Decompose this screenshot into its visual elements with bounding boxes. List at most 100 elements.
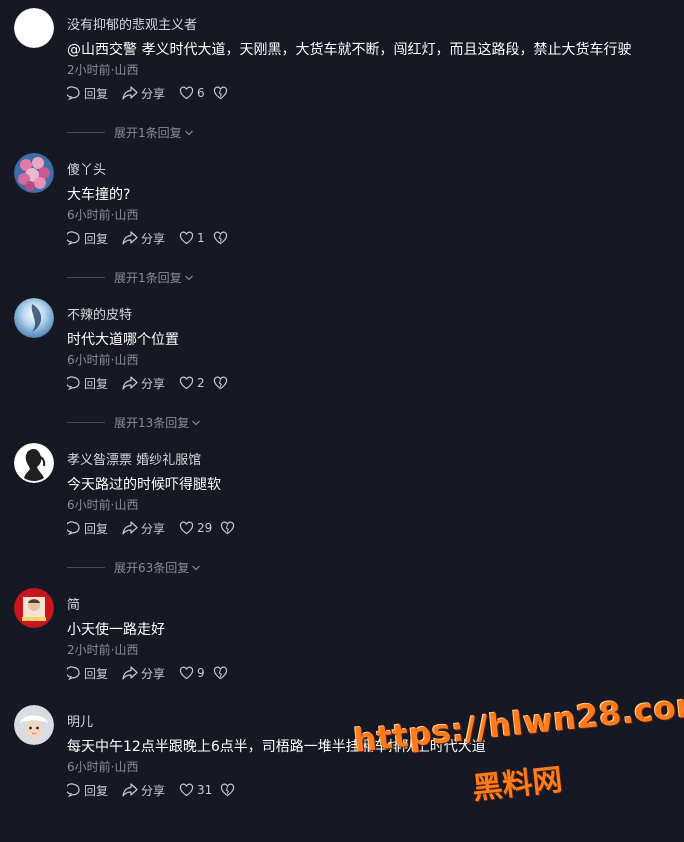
share-label: 分享 xyxy=(141,666,166,681)
comment-meta: 6小时前·山西 xyxy=(67,353,139,367)
share-icon xyxy=(122,783,138,797)
broken-heart-icon xyxy=(213,666,227,680)
chevron-down-icon xyxy=(192,565,201,570)
dislike-button[interactable] xyxy=(220,783,238,797)
avatar[interactable] xyxy=(14,298,54,338)
broken-heart-icon xyxy=(213,376,227,390)
share-button[interactable]: 分享 xyxy=(122,665,165,682)
comment-meta: 2小时前·山西 xyxy=(67,63,139,77)
comment-item: 明儿 每天中午12点半跟晚上6点半，司梧路一堆半挂厢车排队上时代大道 6小时前·… xyxy=(0,697,684,842)
reply-icon xyxy=(67,521,80,535)
comment-item: 没有抑郁的悲观主义者 @山西交警 孝义时代大道，天刚黑，大货车就不断，闯红灯，而… xyxy=(0,0,684,145)
like-count: 29 xyxy=(197,521,213,535)
avatar[interactable] xyxy=(14,588,54,628)
reply-button[interactable]: 回复 xyxy=(67,782,108,799)
broken-heart-icon xyxy=(221,783,235,797)
like-button[interactable]: 6 xyxy=(179,86,205,100)
share-label: 分享 xyxy=(141,376,166,391)
like-button[interactable]: 31 xyxy=(179,783,212,797)
comment-username[interactable]: 傻丫头 xyxy=(67,159,106,178)
comment-meta: 6小时前·山西 xyxy=(67,208,139,222)
like-count: 1 xyxy=(197,231,205,245)
divider-line xyxy=(67,422,105,423)
comment-actions: 回复 分享 31 xyxy=(67,781,252,799)
expand-replies-label: 展开1条回复 xyxy=(114,126,182,140)
dislike-button[interactable] xyxy=(213,666,231,680)
dislike-button[interactable] xyxy=(213,376,231,390)
comment-text: 大车撞的? xyxy=(67,187,131,203)
reply-button[interactable]: 回复 xyxy=(67,230,108,247)
like-button[interactable]: 29 xyxy=(179,521,212,535)
dislike-button[interactable] xyxy=(213,86,231,100)
like-button[interactable]: 9 xyxy=(179,666,205,680)
comment-text: @山西交警 孝义时代大道，天刚黑，大货车就不断，闯红灯，而且这路段，禁止大货车行… xyxy=(67,42,632,58)
avatar[interactable] xyxy=(14,8,54,48)
reply-button[interactable]: 回复 xyxy=(67,520,108,537)
comment-username[interactable]: 明儿 xyxy=(67,711,93,730)
share-label: 分享 xyxy=(141,86,166,101)
chevron-down-icon xyxy=(192,420,201,425)
reply-label: 回复 xyxy=(84,783,109,798)
expand-replies-button[interactable]: 展开1条回复 xyxy=(67,269,194,286)
avatar[interactable] xyxy=(14,443,54,483)
heart-icon xyxy=(179,521,194,535)
comment-text: 今天路过的时候吓得腿软 xyxy=(67,477,221,493)
reply-icon xyxy=(67,86,80,100)
comment-username[interactable]: 孝义昝漂票 婚纱礼服馆 xyxy=(67,449,201,468)
share-button[interactable]: 分享 xyxy=(122,230,165,247)
reply-button[interactable]: 回复 xyxy=(67,375,108,392)
chevron-down-icon xyxy=(184,275,193,280)
reply-button[interactable]: 回复 xyxy=(67,85,108,102)
chevron-down-icon xyxy=(184,130,193,135)
avatar[interactable] xyxy=(14,153,54,193)
reply-button[interactable]: 回复 xyxy=(67,665,108,682)
comment-meta: 2小时前·山西 xyxy=(67,643,139,657)
heart-icon xyxy=(179,86,194,100)
expand-replies-button[interactable]: 展开63条回复 xyxy=(67,559,201,576)
comment-username[interactable]: 不辣的皮特 xyxy=(67,304,132,323)
heart-icon xyxy=(179,666,194,680)
comment-item: 不辣的皮特 时代大道哪个位置 6小时前·山西 回复 分享 2 展开13条回复 xyxy=(0,290,684,435)
like-count: 31 xyxy=(197,783,213,797)
expand-replies-label: 展开13条回复 xyxy=(114,416,190,430)
expand-replies-label: 展开63条回复 xyxy=(114,561,190,575)
like-count: 2 xyxy=(197,376,205,390)
share-label: 分享 xyxy=(141,521,166,536)
comment-actions: 回复 分享 2 xyxy=(67,374,245,392)
avatar[interactable] xyxy=(14,705,54,745)
comment-text: 小天使一路走好 xyxy=(67,622,165,638)
reply-label: 回复 xyxy=(84,86,109,101)
like-count: 6 xyxy=(197,86,205,100)
comment-actions: 回复 分享 1 xyxy=(67,229,245,247)
reply-label: 回复 xyxy=(84,666,109,681)
reply-label: 回复 xyxy=(84,521,109,536)
dislike-button[interactable] xyxy=(220,521,238,535)
heart-icon xyxy=(179,783,194,797)
reply-label: 回复 xyxy=(84,231,109,246)
comment-username[interactable]: 简 xyxy=(67,594,80,613)
reply-icon xyxy=(67,231,80,245)
comment-item: 傻丫头 大车撞的? 6小时前·山西 回复 分享 1 展开1条回复 xyxy=(0,145,684,290)
divider-line xyxy=(67,132,105,133)
divider-line xyxy=(67,277,105,278)
share-icon xyxy=(122,376,138,390)
share-icon xyxy=(122,86,138,100)
share-button[interactable]: 分享 xyxy=(122,782,165,799)
like-button[interactable]: 1 xyxy=(179,231,205,245)
share-button[interactable]: 分享 xyxy=(122,375,165,392)
share-button[interactable]: 分享 xyxy=(122,520,165,537)
comment-actions: 回复 分享 6 xyxy=(67,84,245,102)
dislike-button[interactable] xyxy=(213,231,231,245)
comment-username[interactable]: 没有抑郁的悲观主义者 xyxy=(67,14,197,33)
divider-line xyxy=(67,567,105,568)
share-label: 分享 xyxy=(141,231,166,246)
comment-actions: 回复 分享 29 xyxy=(67,519,252,537)
like-button[interactable]: 2 xyxy=(179,376,205,390)
reply-label: 回复 xyxy=(84,376,109,391)
share-button[interactable]: 分享 xyxy=(122,85,165,102)
share-icon xyxy=(122,521,138,535)
expand-replies-button[interactable]: 展开13条回复 xyxy=(67,414,201,431)
comment-meta: 6小时前·山西 xyxy=(67,760,139,774)
comment-actions: 回复 分享 9 xyxy=(67,664,245,682)
expand-replies-button[interactable]: 展开1条回复 xyxy=(67,124,194,141)
